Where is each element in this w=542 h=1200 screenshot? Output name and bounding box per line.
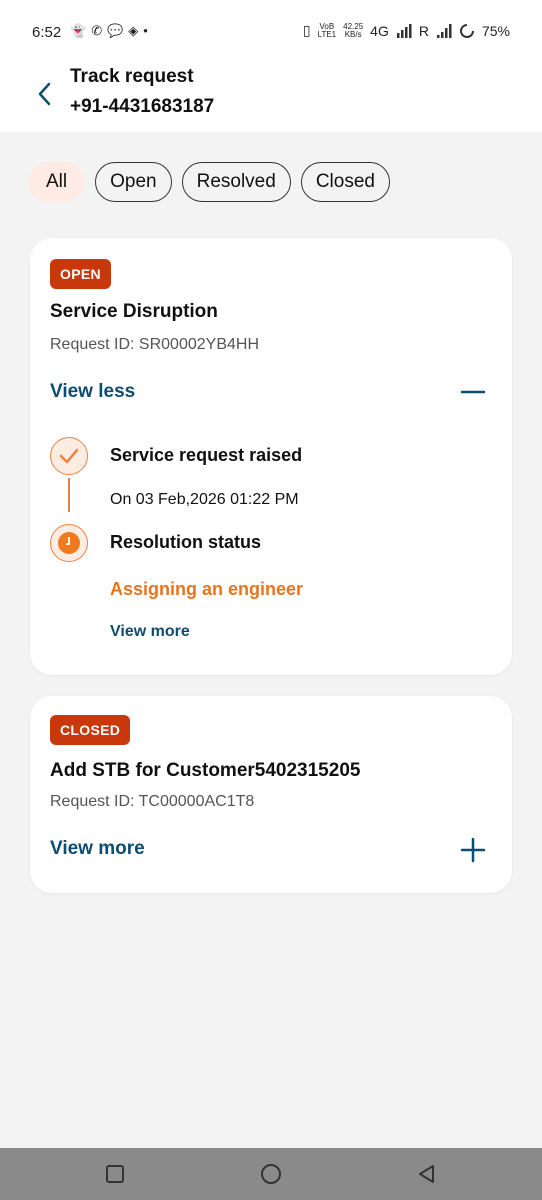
vibrate-icon: ▯ [302, 22, 311, 38]
battery-level: 75% [481, 22, 510, 39]
resolution-status: Assigning an engineer [110, 579, 304, 599]
step-resolution-title: Resolution status [110, 532, 262, 552]
home-button[interactable] [259, 1162, 283, 1186]
view-less-link[interactable]: View less [50, 381, 135, 403]
whatsapp-icon: ✆ [91, 23, 103, 38]
check-step-icon [50, 437, 88, 475]
filter-resolved[interactable]: Resolved [181, 162, 291, 202]
clock-icon [58, 532, 80, 554]
request-id: Request ID: SR00002YB4HH [50, 336, 259, 353]
minus-icon[interactable] [460, 379, 486, 405]
timeline-view-more-link[interactable]: View more [110, 623, 190, 641]
filter-all[interactable]: All [28, 162, 86, 202]
page-title: Track request [70, 66, 194, 87]
plus-icon[interactable] [460, 837, 486, 863]
request-title: Service Disruption [50, 301, 218, 322]
battery-ring-icon [459, 23, 474, 38]
back-nav-button[interactable] [415, 1162, 439, 1186]
app-bar: Track request +91-4431683187 [0, 58, 542, 132]
notification-icons: 👻 ✆ 💬 ◈ • [70, 23, 148, 39]
chat-icon: 💬 [107, 23, 124, 38]
request-title: Add STB for Customer5402315205 [50, 760, 361, 781]
request-card-closed: CLOSED Add STB for Customer5402315205 Re… [30, 696, 512, 893]
step-raised-date: On 03 Feb,2026 01:22 PM [110, 491, 299, 508]
request-card-open: OPEN Service Disruption Request ID: SR00… [30, 238, 512, 675]
roaming-indicator: R [418, 22, 429, 39]
status-badge: OPEN [50, 259, 111, 289]
filter-open[interactable]: Open [95, 162, 172, 202]
network-type: 4G [370, 22, 389, 39]
system-navigation-bar [0, 1148, 542, 1200]
signal-icon-2 [436, 23, 452, 38]
signal-icon [396, 23, 412, 38]
more-notifications-dot: • [143, 23, 148, 38]
request-id: Request ID: TC00000AC1T8 [50, 793, 255, 810]
clock-step-icon [50, 524, 88, 562]
system-icons: ▯ VoB LTE1 42.25 KB/s 4G R 75% [303, 22, 510, 39]
phone-number: +91-4431683187 [70, 96, 215, 117]
recents-button[interactable] [103, 1162, 127, 1186]
view-more-link[interactable]: View more [50, 838, 145, 860]
network-speed: 42.25 KB/s [343, 21, 364, 39]
volte-indicator: VoB LTE1 [317, 21, 337, 39]
stack-icon: ◈ [128, 23, 139, 38]
step-raised-title: Service request raised [110, 445, 303, 465]
filter-closed[interactable]: Closed [300, 162, 390, 202]
status-badge: CLOSED [50, 715, 131, 745]
chevron-left-icon [38, 82, 51, 106]
status-bar: 6:52 👻 ✆ 💬 ◈ • ▯ VoB LTE1 42.25 KB/s 4G R … [0, 0, 542, 64]
back-button[interactable] [28, 74, 62, 114]
snapchat-icon: 👻 [70, 23, 87, 38]
timeline-connector [68, 478, 70, 512]
filter-chips: All Open Resolved Closed [28, 162, 390, 202]
status-time: 6:52 [32, 24, 62, 41]
check-icon [59, 448, 79, 464]
